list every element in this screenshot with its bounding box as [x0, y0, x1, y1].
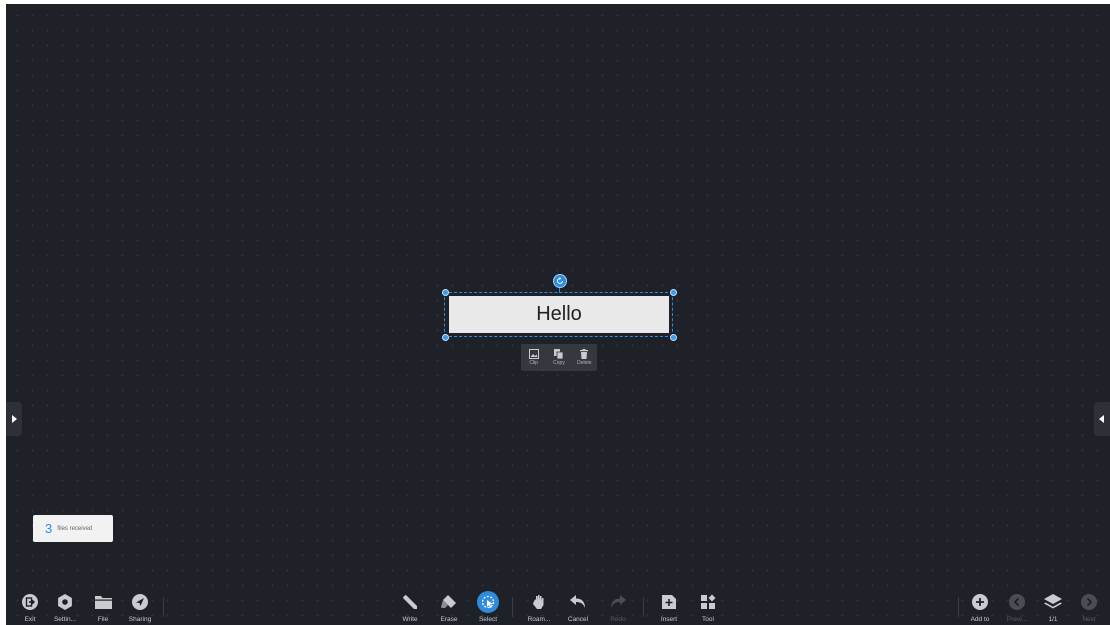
insert-label: Insert: [660, 616, 678, 623]
sharing-button[interactable]: Sharing: [120, 591, 160, 625]
toolbar-divider: [512, 597, 513, 617]
undo-icon: [570, 595, 585, 608]
select-label: Select: [478, 616, 498, 623]
erase-label: Erase: [440, 616, 458, 623]
roam-label: Roam...: [527, 616, 551, 623]
copy-button[interactable]: Copy: [547, 344, 571, 371]
write-label: Write: [402, 616, 418, 623]
delete-button[interactable]: Delete: [572, 344, 596, 371]
exit-icon: [22, 594, 38, 610]
write-button[interactable]: Write: [390, 591, 430, 625]
select-button[interactable]: Select: [468, 591, 508, 625]
left-panel-toggle[interactable]: [6, 402, 22, 436]
trash-icon: [580, 349, 589, 359]
rotate-icon: [557, 277, 563, 284]
chevron-right-circle-icon: [1081, 594, 1097, 610]
tools-grid-icon: [701, 594, 716, 609]
selection-context-menu: Clip Copy Delete: [521, 344, 597, 371]
toolbar-divider: [958, 597, 959, 617]
layers-icon: [1044, 594, 1062, 609]
hand-icon: [533, 595, 544, 609]
plus-circle-icon: [972, 594, 988, 610]
resize-handle-bottom-left[interactable]: [442, 334, 449, 341]
sharing-label: Sharing: [128, 616, 152, 623]
clip-button[interactable]: Clip: [522, 344, 546, 371]
text-object[interactable]: Hello: [449, 296, 669, 333]
pages-button[interactable]: 1/1: [1033, 591, 1073, 625]
previous-page-label: Previ...: [1006, 616, 1028, 623]
next-page-label: Next: [1082, 616, 1096, 623]
redo-icon: [611, 595, 626, 608]
resize-handle-top-left[interactable]: [442, 289, 449, 296]
files-received-toast[interactable]: 3 files received: [33, 515, 113, 542]
settings-button[interactable]: Settin...: [45, 591, 85, 625]
cancel-label: Cancel: [567, 616, 589, 623]
copy-icon: [553, 349, 564, 359]
rotate-handle[interactable]: [553, 274, 567, 288]
insert-icon: [662, 595, 676, 609]
add-page-button[interactable]: Add to: [960, 591, 1000, 625]
tool-label: Tool: [702, 616, 714, 623]
tool-button[interactable]: Tool: [688, 591, 728, 625]
eraser-icon: [441, 595, 456, 608]
resize-handle-bottom-right[interactable]: [670, 334, 677, 341]
toolbar-divider: [643, 597, 644, 617]
file-button[interactable]: File: [83, 591, 123, 625]
redo-label: Redo: [610, 616, 626, 623]
resize-handle-top-right[interactable]: [670, 289, 677, 296]
cancel-button[interactable]: Cancel: [558, 591, 598, 625]
delete-label: Delete: [577, 360, 592, 366]
gear-icon: [58, 594, 72, 610]
toolbar-divider: [163, 597, 164, 617]
chevron-left-circle-icon: [1009, 594, 1025, 610]
exit-label: Exit: [24, 616, 36, 623]
file-label: File: [97, 616, 109, 623]
toast-text: files received: [57, 525, 93, 532]
page-indicator: 1/1: [1048, 616, 1058, 623]
chevron-right-icon: [12, 415, 17, 423]
folder-icon: [94, 596, 112, 609]
insert-button[interactable]: Insert: [649, 591, 689, 625]
send-icon: [132, 594, 148, 610]
select-cursor-icon: [477, 591, 499, 613]
right-panel-toggle[interactable]: [1094, 402, 1110, 436]
previous-page-button[interactable]: Previ...: [997, 591, 1037, 625]
chevron-left-icon: [1099, 415, 1104, 423]
exit-button[interactable]: Exit: [10, 591, 50, 625]
clip-label: Clip: [529, 360, 538, 366]
redo-button[interactable]: Redo: [598, 591, 638, 625]
roam-button[interactable]: Roam...: [519, 591, 559, 625]
add-page-label: Add to: [970, 616, 990, 623]
settings-label: Settin...: [53, 616, 77, 623]
next-page-button[interactable]: Next: [1069, 591, 1109, 625]
erase-button[interactable]: Erase: [429, 591, 469, 625]
toast-count: 3: [45, 521, 53, 536]
copy-label: Copy: [553, 360, 565, 366]
image-clip-icon: [528, 349, 539, 359]
pen-icon: [403, 595, 417, 609]
